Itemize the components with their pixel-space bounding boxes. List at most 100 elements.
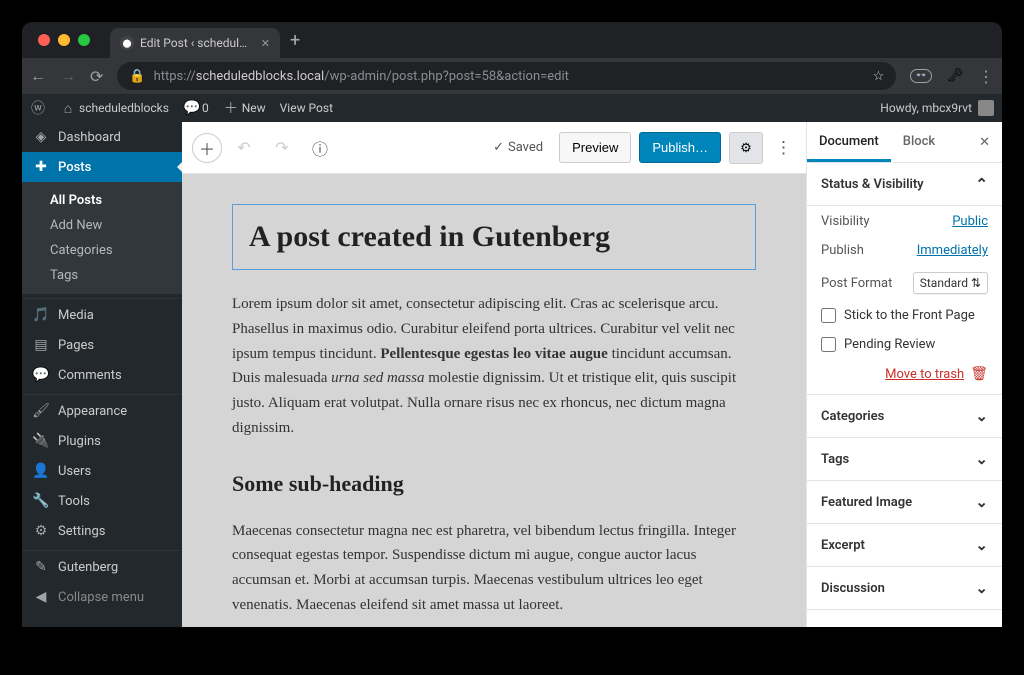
row-visibility: Visibility Public — [821, 214, 988, 229]
menu-icon: 🔌 — [32, 433, 50, 449]
menu-icon: ▤ — [32, 337, 50, 353]
stick-front-checkbox[interactable] — [821, 308, 836, 323]
editor-canvas[interactable]: A post created in Gutenberg Lorem ipsum … — [182, 174, 806, 627]
panel-excerpt[interactable]: Excerpt⌄ — [807, 524, 1002, 567]
chevron-down-icon: ⌄ — [975, 407, 988, 425]
post-title-block[interactable]: A post created in Gutenberg — [232, 204, 756, 270]
sidebar-item-users[interactable]: 👤Users — [22, 456, 182, 486]
site-link[interactable]: ⌂scheduledblocks — [60, 100, 169, 117]
sidebar-item-dashboard[interactable]: ◈Dashboard — [22, 122, 182, 152]
panel-tags[interactable]: Tags⌄ — [807, 438, 1002, 481]
visibility-value-link[interactable]: Public — [952, 214, 988, 229]
menu-icon: 👤 — [32, 463, 50, 479]
publish-value-link[interactable]: Immediately — [917, 243, 988, 258]
browser-tab-bar: Edit Post ‹ scheduledblocks — ✕ + — [22, 22, 1002, 58]
redo-button[interactable]: ↷ — [266, 132, 298, 164]
howdy-link[interactable]: Howdy, mbcx9rvt — [880, 101, 972, 115]
window-traffic-lights — [30, 34, 98, 46]
sidebar-item-settings[interactable]: ⚙Settings — [22, 516, 182, 546]
submenu-item-tags[interactable]: Tags — [22, 263, 182, 288]
wp-logo[interactable]: ⓦ — [30, 98, 46, 118]
paragraph-block[interactable]: Maecenas consectetur magna nec est phare… — [232, 519, 756, 618]
tab-document[interactable]: Document — [807, 122, 891, 162]
close-inspector-button[interactable]: ✕ — [967, 123, 1002, 162]
chevron-down-icon: ⌄ — [975, 493, 988, 511]
new-link[interactable]: ＋New — [223, 98, 266, 118]
editor-toolbar: ＋ ↶ ↷ ⓘ ✓ Saved Preview Publish… ⚙ ⋮ — [182, 122, 806, 174]
post-format-select[interactable]: Standard ⇅ — [913, 272, 988, 294]
check-pending-review[interactable]: Pending Review — [821, 337, 988, 352]
menu-icon: 🎵 — [32, 307, 50, 323]
menu-icon: ✎ — [32, 559, 50, 575]
maximize-window-button[interactable] — [78, 34, 90, 46]
sidebar-item-tools[interactable]: 🔧Tools — [22, 486, 182, 516]
submenu-item-all-posts[interactable]: All Posts — [22, 188, 182, 213]
incognito-icon[interactable]: 👓 — [910, 69, 932, 83]
tab-title: Edit Post ‹ scheduledblocks — — [140, 36, 251, 50]
new-tab-button[interactable]: + — [290, 30, 300, 51]
browser-menu-button[interactable]: ⋮ — [978, 67, 994, 86]
menu-icon: ◀ — [32, 589, 50, 605]
forward-button[interactable]: → — [60, 66, 76, 86]
chevron-up-icon: ⌃ — [975, 175, 988, 193]
sidebar-item-media[interactable]: 🎵Media — [22, 298, 182, 330]
view-post-link[interactable]: View Post — [280, 101, 333, 115]
sidebar-item-gutenberg[interactable]: ✎Gutenberg — [22, 550, 182, 582]
trash-icon: 🗑 — [970, 366, 988, 382]
admin-sidebar: ◈Dashboard✚Posts All PostsAdd NewCategori… — [22, 122, 182, 627]
tab-favicon — [120, 36, 134, 50]
menu-icon: 💬 — [32, 367, 50, 383]
back-button[interactable]: ← — [30, 66, 46, 86]
paragraph-block[interactable]: Lorem ipsum dolor sit amet, consectetur … — [232, 292, 756, 441]
menu-icon: 🖌 — [32, 403, 50, 419]
star-icon[interactable]: ☆ — [873, 69, 885, 84]
row-post-format: Post Format Standard ⇅ — [821, 272, 988, 294]
browser-toolbar: ← → ⟳ 🔒 https://scheduledblocks.local/wp… — [22, 58, 1002, 94]
menu-icon: 🔧 — [32, 493, 50, 509]
move-to-trash-link[interactable]: Move to trash — [885, 367, 964, 382]
extension-icon[interactable]: 🗝 — [946, 68, 964, 84]
sidebar-item-comments[interactable]: 💬Comments — [22, 360, 182, 390]
save-status: ✓ Saved — [493, 140, 543, 155]
check-stick-front[interactable]: Stick to the Front Page — [821, 308, 988, 323]
menu-icon: ⚙ — [32, 523, 50, 539]
publish-button[interactable]: Publish… — [639, 132, 721, 163]
tab-block[interactable]: Block — [891, 122, 947, 162]
sidebar-item-pages[interactable]: ▤Pages — [22, 330, 182, 360]
submenu-item-add-new[interactable]: Add New — [22, 213, 182, 238]
undo-button[interactable]: ↶ — [228, 132, 260, 164]
panel-status-visibility[interactable]: Status & Visibility ⌃ — [807, 163, 1002, 206]
menu-icon: ✚ — [32, 159, 50, 175]
sidebar-item-appearance[interactable]: 🖌Appearance — [22, 394, 182, 426]
address-bar[interactable]: 🔒 https://scheduledblocks.local/wp-admin… — [117, 62, 896, 90]
close-window-button[interactable] — [38, 34, 50, 46]
move-to-trash: Move to trash 🗑 — [821, 366, 988, 382]
pending-review-checkbox[interactable] — [821, 337, 836, 352]
lock-icon: 🔒 — [129, 69, 145, 84]
heading-block[interactable]: Some sub-heading — [232, 471, 756, 497]
sidebar-item-plugins[interactable]: 🔌Plugins — [22, 426, 182, 456]
reload-button[interactable]: ⟳ — [90, 67, 103, 86]
preview-button[interactable]: Preview — [559, 132, 631, 163]
panel-categories[interactable]: Categories⌄ — [807, 395, 1002, 438]
chevron-down-icon: ⌄ — [975, 450, 988, 468]
submenu-item-categories[interactable]: Categories — [22, 238, 182, 263]
panel-featured-image[interactable]: Featured Image⌄ — [807, 481, 1002, 524]
wp-admin-bar: ⓦ ⌂scheduledblocks 💬0 ＋New View Post How… — [22, 94, 1002, 122]
settings-toggle-button[interactable]: ⚙ — [729, 132, 763, 164]
browser-tab[interactable]: Edit Post ‹ scheduledblocks — ✕ — [110, 28, 280, 58]
chevron-down-icon: ⌄ — [975, 579, 988, 597]
add-block-button[interactable]: ＋ — [192, 133, 222, 163]
close-tab-icon[interactable]: ✕ — [261, 37, 270, 50]
comments-link[interactable]: 💬0 — [183, 100, 209, 116]
menu-icon: ◈ — [32, 129, 50, 145]
row-publish: Publish Immediately — [821, 243, 988, 258]
minimize-window-button[interactable] — [58, 34, 70, 46]
panel-discussion[interactable]: Discussion⌄ — [807, 567, 1002, 610]
sidebar-item-collapse-menu[interactable]: ◀Collapse menu — [22, 582, 182, 612]
sidebar-item-posts[interactable]: ✚Posts — [22, 152, 182, 182]
info-button[interactable]: ⓘ — [304, 132, 336, 164]
more-options-button[interactable]: ⋮ — [771, 138, 796, 158]
inspector-sidebar: Document Block ✕ Status & Visibility ⌃ V… — [806, 122, 1002, 627]
avatar[interactable] — [978, 100, 994, 116]
